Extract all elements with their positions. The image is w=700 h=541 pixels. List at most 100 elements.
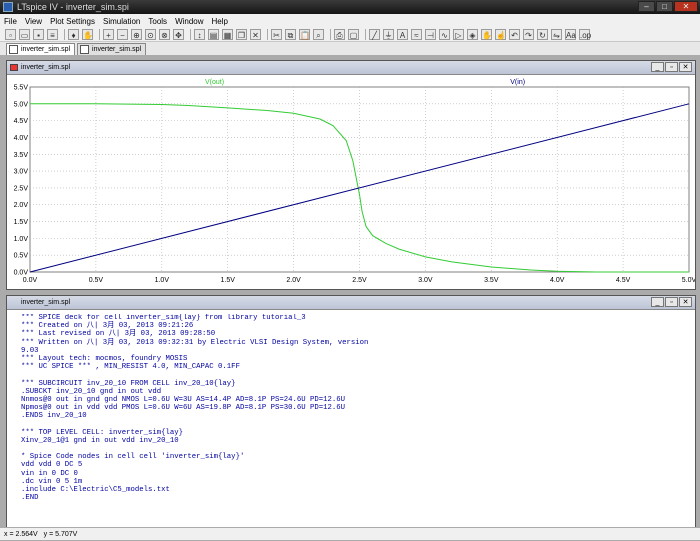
y-tick-label: 4.0V <box>14 135 29 142</box>
netlist-window-titlebar[interactable]: inverter_sim.spl _ ▫ ✕ <box>7 296 695 310</box>
plot-minimize-button[interactable]: _ <box>651 62 664 72</box>
autorange-icon[interactable]: ↕ <box>194 29 205 40</box>
tab-plot[interactable]: inverter_sim.spl <box>6 43 76 55</box>
new-icon[interactable]: ▫ <box>5 29 16 40</box>
tile-icon[interactable]: ▦ <box>222 29 233 40</box>
resistor-icon[interactable]: ≈ <box>411 29 422 40</box>
menu-file[interactable]: File <box>0 17 21 26</box>
move-icon[interactable]: ✋ <box>481 29 492 40</box>
status-bar: x = 2.564V y = 5.707V <box>0 527 700 540</box>
x-tick-label: 5.0V <box>682 277 695 284</box>
netlist-line: *** TOP LEVEL CELL: inverter_sim{lay} <box>21 428 184 437</box>
menu-simulation[interactable]: Simulation <box>99 17 144 26</box>
y-tick-label: 0.5V <box>14 253 29 260</box>
plot-restore-button[interactable]: ▫ <box>665 62 678 72</box>
netlist-line: *** Last revised on 八| 3月 03, 2013 09:28… <box>21 330 216 339</box>
mirror-icon[interactable]: ⇋ <box>551 29 562 40</box>
maximize-button[interactable]: □ <box>656 1 673 12</box>
x-tick-label: 3.0V <box>418 277 433 284</box>
rotate-icon[interactable]: ↻ <box>537 29 548 40</box>
y-tick-label: 3.5V <box>14 152 29 159</box>
netlist-line: .ENDS inv_20_10 <box>21 412 87 421</box>
tab-label: inverter_sim.spl <box>21 46 71 53</box>
toolbar-separator <box>365 29 366 40</box>
print-icon[interactable]: ⎙ <box>334 29 345 40</box>
run-icon[interactable]: ♦ <box>68 29 79 40</box>
open-icon[interactable]: ▭ <box>19 29 30 40</box>
netlist-minimize-button[interactable]: _ <box>651 297 664 307</box>
legend-vout: V(out) <box>205 79 224 86</box>
zoom-in-icon[interactable]: + <box>103 29 114 40</box>
component-icon[interactable]: ◈ <box>467 29 478 40</box>
menu-plot-settings[interactable]: Plot Settings <box>46 17 99 26</box>
find-icon[interactable]: ⌕ <box>313 29 324 40</box>
label-icon[interactable]: A <box>397 29 408 40</box>
netlist-line: *** UC SPICE *** , MIN_RESIST 4.0, MIN_C… <box>21 363 240 372</box>
toolbar: ▫ ▭ ▪ ≡ ♦ ✋ + − ⊕ ⊙ ⊗ ✥ ↕ ▤ ▦ ❐ ✕ ✂ ⧉ 📋 ⌕ ⎙ ▢ ╱ ⏚ A ≈ ⊣ ∿ ▷ ◈ ✋ ☝ ↶ ↷ ↻ ⇋ Aa.… <box>0 28 700 42</box>
menu-window[interactable]: Window <box>171 17 207 26</box>
y-tick-label: 3.0V <box>14 169 29 176</box>
netlist-text[interactable]: *** SPICE deck for cell inverter_sim{lay… <box>21 314 693 527</box>
plot-window-titlebar[interactable]: inverter_sim.spl _ ▫ ✕ <box>7 61 695 75</box>
netlist-line: *** SPICE deck for cell inverter_sim{lay… <box>21 314 306 322</box>
menu-tools[interactable]: Tools <box>144 17 171 26</box>
copy-icon[interactable]: ⧉ <box>285 29 296 40</box>
x-tick-label: 4.5V <box>616 277 631 284</box>
netlist-restore-button[interactable]: ▫ <box>665 297 678 307</box>
plot-window-title: inverter_sim.spl <box>21 64 71 71</box>
netlist-line: .include C:\Electric\C5_models.txt <box>21 485 170 494</box>
capacitor-icon[interactable]: ⊣ <box>425 29 436 40</box>
redo-icon[interactable]: ↷ <box>523 29 534 40</box>
zoom-fit-icon[interactable]: ⊙ <box>145 29 156 40</box>
menu-view[interactable]: View <box>21 17 46 26</box>
plot-close-button[interactable]: ✕ <box>679 62 692 72</box>
netlist-line: * Spice Code nodes in cell cell 'inverte… <box>21 453 245 462</box>
x-tick-label: 4.0V <box>550 277 565 284</box>
drag-icon[interactable]: ☝ <box>495 29 506 40</box>
diode-icon[interactable]: ▷ <box>453 29 464 40</box>
cascade-icon[interactable]: ❐ <box>236 29 247 40</box>
pan-icon[interactable]: ✥ <box>173 29 184 40</box>
zoom-cancel-icon[interactable]: ⊗ <box>159 29 170 40</box>
y-tick-label: 5.0V <box>14 101 29 108</box>
zoom-out-icon[interactable]: − <box>117 29 128 40</box>
zoom-area-icon[interactable]: ⊕ <box>131 29 142 40</box>
save-icon[interactable]: ▪ <box>33 29 44 40</box>
app-icon <box>3 2 13 12</box>
netlist-line <box>21 445 693 453</box>
netlist-close-button[interactable]: ✕ <box>679 297 692 307</box>
x-tick-label: 3.5V <box>484 277 499 284</box>
ground-icon[interactable]: ⏚ <box>383 29 394 40</box>
undo-icon[interactable]: ↶ <box>509 29 520 40</box>
minimize-button[interactable]: – <box>638 1 655 12</box>
netlist-window: inverter_sim.spl _ ▫ ✕ *** SPICE deck fo… <box>6 295 696 530</box>
toolbar-separator <box>267 29 268 40</box>
tab-netlist[interactable]: inverter_sim.spl <box>77 43 147 55</box>
window-title: LTspice IV - inverter_sim.spi <box>17 2 129 12</box>
control-panel-icon[interactable]: ≡ <box>47 29 58 40</box>
close-button[interactable]: ✕ <box>674 1 698 12</box>
paste-icon[interactable]: 📋 <box>299 29 310 40</box>
y-tick-label: 0.0V <box>14 270 29 277</box>
netlist-line: 9.03 <box>21 346 39 355</box>
menu-help[interactable]: Help <box>208 17 232 26</box>
x-tick-label: 1.5V <box>220 277 235 284</box>
toolbar-separator <box>330 29 331 40</box>
title-bar: LTspice IV - inverter_sim.spi – □ ✕ <box>0 0 700 14</box>
y-tick-label: 2.0V <box>14 202 29 209</box>
waveform-plot[interactable]: 0.0V 0.5V 1.0V 1.5V 2.0V 2.5V 3.0V 3.5V 4.0V 4.5V… <box>7 75 695 289</box>
x-tick-label: 2.0V <box>286 277 301 284</box>
cursor-y-readout: y = 5.707V <box>43 531 78 538</box>
text-icon[interactable]: Aa <box>565 29 576 40</box>
wire-icon[interactable]: ╱ <box>369 29 380 40</box>
print-preview-icon[interactable]: ▢ <box>348 29 359 40</box>
close-window-icon[interactable]: ✕ <box>250 29 261 40</box>
y-tick-label: 4.5V <box>14 118 29 125</box>
y-tick-label: 5.5V <box>14 85 29 92</box>
cut-icon[interactable]: ✂ <box>271 29 282 40</box>
split-icon[interactable]: ▤ <box>208 29 219 40</box>
halt-icon[interactable]: ✋ <box>82 29 93 40</box>
inductor-icon[interactable]: ∿ <box>439 29 450 40</box>
netlist-line: .dc vin 0 5 1m <box>21 477 83 486</box>
spice-directive-icon[interactable]: .op <box>579 29 591 40</box>
